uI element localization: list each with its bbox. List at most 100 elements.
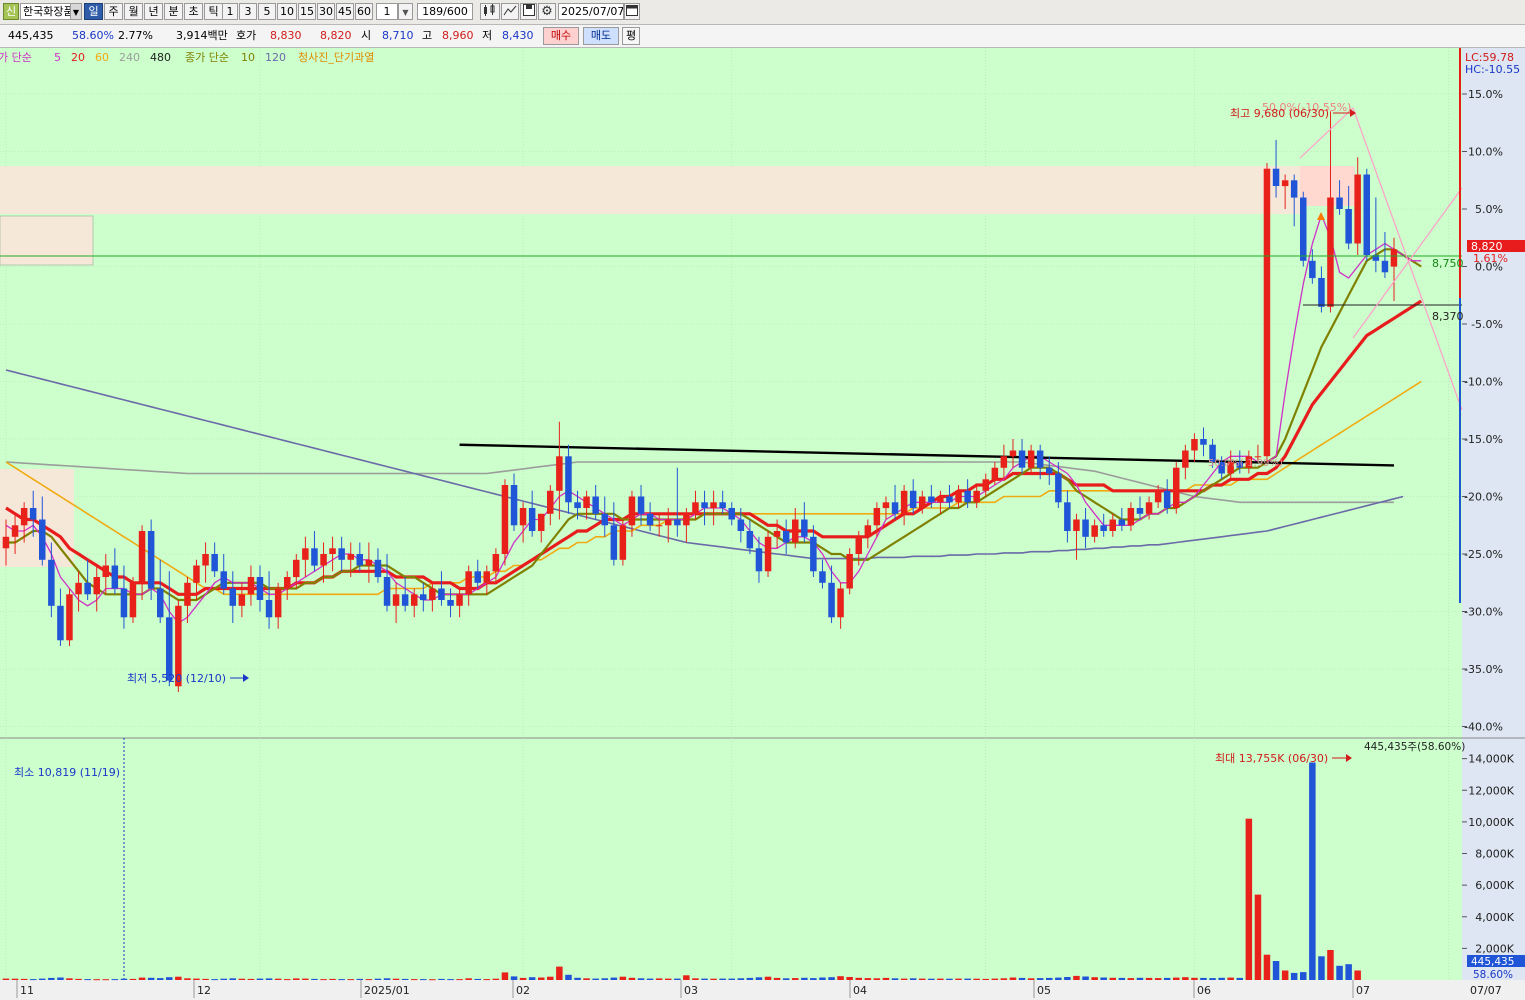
draw-tool-button[interactable]: [501, 3, 519, 20]
candle-body-45: [411, 594, 418, 606]
volume-bar-33: [302, 978, 309, 980]
candle-body-11: [102, 565, 109, 577]
buy-button[interactable]: 매수: [543, 27, 579, 45]
candle-body-16: [147, 531, 155, 589]
volume-bar-138: [1254, 894, 1262, 980]
ghost-label: 50.0%(-1.99%): [1208, 458, 1283, 469]
candle-body-106: [964, 490, 971, 503]
x-tick-label-0: 11: [20, 984, 34, 997]
candle-body-107: [973, 490, 980, 503]
stock-type-badge: 신: [3, 3, 19, 20]
candle-body-52: [474, 571, 481, 583]
stock-search-button[interactable]: ▼: [70, 3, 82, 20]
candle-body-8: [75, 582, 82, 595]
candle-body-6: [57, 605, 64, 641]
y-tick-label-9: -30.0%: [1464, 606, 1503, 619]
legend-vol-0: 종가 단순: [185, 51, 229, 64]
interval-button-45[interactable]: 45: [336, 3, 354, 20]
volume-bar-68: [619, 976, 627, 980]
candle-body-149: [1354, 174, 1361, 244]
volume-bar-39: [356, 978, 363, 980]
period-button-4[interactable]: 분: [164, 3, 183, 20]
volume-bar-122: [1109, 977, 1116, 980]
volume-bar-124: [1127, 978, 1135, 980]
chart-type-button[interactable]: [480, 3, 500, 20]
volume-bar-53: [483, 979, 490, 981]
candle-body-15: [138, 531, 146, 583]
volume-bar-16: [147, 977, 155, 980]
candle-body-108: [982, 479, 989, 491]
eval-button[interactable]: 평: [622, 27, 640, 45]
volume-bar-128: [1163, 977, 1171, 980]
volume-bar-113: [1027, 978, 1035, 980]
candle-body-95: [864, 525, 872, 537]
volume-bar-27: [247, 978, 255, 980]
bar-count-field[interactable]: 189/600: [417, 3, 473, 20]
volume-bar-47: [429, 979, 436, 981]
volume-bar-28: [256, 978, 264, 980]
volume-bar-145: [1318, 956, 1325, 980]
sell-button[interactable]: 매도: [583, 27, 619, 45]
candle-body-5: [48, 559, 55, 606]
period-button-0[interactable]: 일: [84, 3, 103, 20]
calendar-button[interactable]: [624, 3, 640, 20]
line-tool-icon: [503, 5, 517, 16]
volume-bar-97: [882, 977, 890, 980]
y-tick-label-1: 10.0%: [1468, 146, 1503, 159]
candle-body-97: [882, 502, 890, 509]
interval-button-15[interactable]: 15: [298, 3, 316, 20]
candle-body-62: [565, 456, 572, 503]
volume-bar-75: [683, 975, 690, 980]
volume-bar-42: [383, 978, 391, 980]
candle-body-119: [1082, 519, 1089, 537]
candle-body-38: [347, 554, 354, 560]
interval-button-10[interactable]: 10: [277, 3, 297, 20]
interval-button-3[interactable]: 3: [239, 3, 257, 20]
y-tick-label-5: -10.0%: [1464, 376, 1503, 389]
candle-body-87: [792, 519, 799, 543]
date-field[interactable]: 2025/07/07: [558, 3, 624, 20]
volume-bar-101: [919, 978, 926, 980]
candle-body-140: [1272, 168, 1280, 186]
candle-body-72: [655, 525, 663, 527]
interval-button-60[interactable]: 60: [355, 3, 373, 20]
interval-dropdown[interactable]: ▼: [398, 3, 413, 20]
period-button-1[interactable]: 주: [104, 3, 123, 20]
period-button-5[interactable]: 초: [184, 3, 203, 20]
low-label: 저: [482, 29, 493, 42]
x-tick-label-6: 05: [1037, 984, 1051, 997]
candle-body-46: [420, 594, 427, 601]
interval-input[interactable]: 1: [376, 3, 398, 20]
volume-bar-146: [1327, 950, 1334, 980]
candle-body-20: [184, 582, 191, 606]
settings-button[interactable]: ⚙: [538, 3, 556, 20]
volume-bar-60: [547, 976, 554, 980]
volume-bar-59: [538, 977, 545, 980]
candle-body-26: [238, 594, 246, 606]
volume-bar-57: [519, 977, 527, 980]
volume-current-label: 445,435주(58.60%): [1364, 741, 1465, 753]
candle-body-28: [256, 577, 264, 600]
candle-body-31: [284, 577, 291, 589]
interval-button-5[interactable]: 5: [258, 3, 276, 20]
x-tick-label-5: 04: [853, 984, 867, 997]
x-tick-label-2: 2025/01: [364, 984, 410, 997]
period-button-3[interactable]: 년: [144, 3, 163, 20]
candle-body-129: [1173, 467, 1180, 508]
volume-bar-49: [447, 979, 454, 981]
volume-bar-80: [728, 978, 735, 980]
volume-bar-126: [1145, 977, 1153, 980]
legend-ma-4: 240: [119, 51, 140, 64]
period-button-2[interactable]: 월: [124, 3, 143, 20]
interval-button-30[interactable]: 30: [317, 3, 335, 20]
period-button-6[interactable]: 틱: [204, 3, 223, 20]
volume-bar-6: [57, 977, 64, 980]
volume-bar-118: [1073, 975, 1080, 980]
save-button[interactable]: [520, 3, 537, 20]
candle-body-101: [919, 496, 926, 508]
price-chart[interactable]: 50.0%(-10.55%)최고 9,680 (06/30)최저 5,520 (…: [0, 48, 1525, 1000]
volume-bar-149: [1354, 970, 1361, 980]
candle-body-85: [773, 531, 781, 537]
volume-bar-125: [1136, 977, 1144, 980]
interval-button-1[interactable]: 1: [222, 3, 238, 20]
